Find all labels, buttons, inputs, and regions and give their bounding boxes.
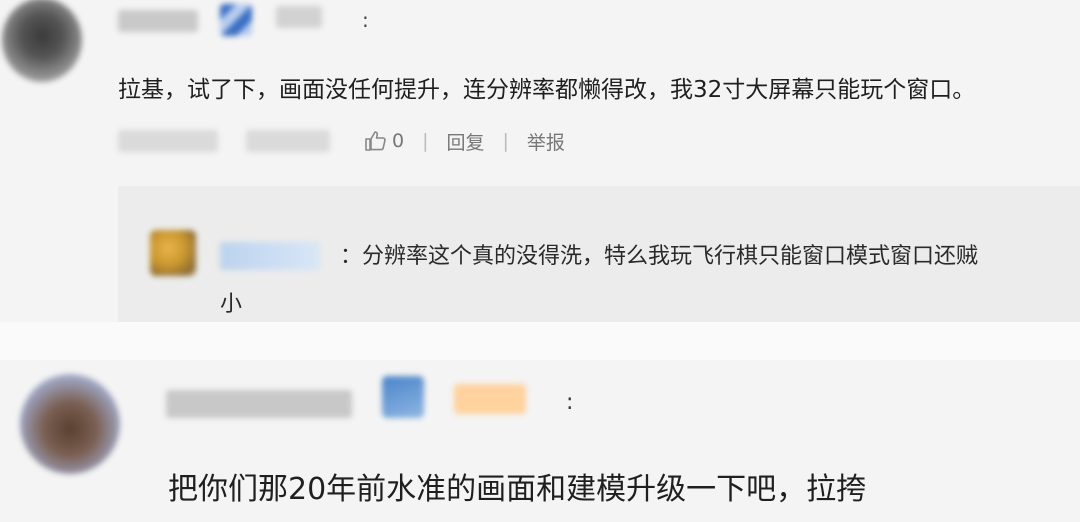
comment-divider: [0, 322, 1080, 360]
user-tag-blurred: [454, 384, 526, 414]
report-button[interactable]: 举报: [527, 128, 565, 155]
reply-username-blurred[interactable]: [220, 242, 320, 270]
reply-text-continuation: 小: [220, 292, 243, 317]
user-level-badge-icon: [382, 376, 424, 418]
user-tag-blurred: [276, 6, 322, 28]
timestamp-blurred: [118, 130, 218, 152]
more-options-button[interactable]: :: [362, 8, 369, 32]
username-blurred[interactable]: [166, 390, 352, 418]
user-level-badge-icon: [220, 4, 252, 36]
comment-text: 拉基，试了下，画面没任何提升，连分辨率都懒得改，我32寸大屏幕只能玩个窗口。: [118, 77, 976, 103]
username-blurred[interactable]: [118, 10, 198, 32]
like-count: 0: [392, 130, 405, 152]
comment-2: : 把你们那20年前水准的画面和建模升级一下吧，拉挎: [0, 360, 1080, 522]
location-blurred: [246, 130, 330, 152]
meta-separator: |: [502, 130, 509, 152]
avatar[interactable]: [20, 374, 120, 474]
comment-meta-row: 0 | 回复 | 举报: [118, 126, 618, 156]
comment-1: : 拉基，试了下，画面没任何提升，连分辨率都懒得改，我32寸大屏幕只能玩个窗口。…: [0, 0, 1080, 322]
reply-avatar[interactable]: [150, 230, 196, 276]
meta-separator: |: [422, 130, 429, 152]
comment-text: 把你们那20年前水准的画面和建模升级一下吧，拉挎: [168, 472, 867, 507]
reply-button[interactable]: 回复: [447, 128, 485, 155]
thumbs-up-icon: [365, 131, 386, 151]
reply-text: ：分辨率这个真的没得洗，特么我玩飞行棋只能窗口模式窗口还贼: [340, 244, 979, 269]
avatar[interactable]: [2, 0, 82, 82]
like-button[interactable]: 0: [364, 129, 404, 153]
nested-reply: ：分辨率这个真的没得洗，特么我玩飞行棋只能窗口模式窗口还贼 小: [118, 186, 1080, 322]
more-options-button[interactable]: :: [566, 390, 573, 415]
